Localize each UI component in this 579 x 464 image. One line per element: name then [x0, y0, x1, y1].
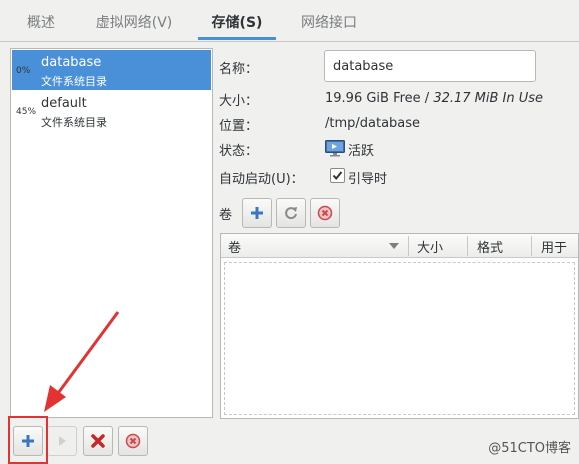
volume-table-header: 卷 大小 格式 用于	[221, 234, 578, 258]
volume-table-body	[224, 262, 575, 415]
pool-name: default	[41, 96, 87, 111]
refresh-volumes-button[interactable]	[276, 198, 306, 228]
stop-volume-button[interactable]	[310, 198, 340, 228]
monitor-icon	[325, 140, 345, 157]
autostart-checkbox[interactable]	[330, 168, 345, 183]
column-header-volume[interactable]: 卷	[228, 237, 241, 256]
stop-icon	[125, 433, 141, 449]
volumes-label: 卷	[219, 208, 233, 223]
size-in-use: 32.17 MiB In Use	[433, 91, 544, 106]
tab-storage[interactable]: 存储(S)	[198, 10, 276, 40]
delete-pool-button[interactable]	[83, 426, 113, 456]
pool-item-database[interactable]: 0% database 文件系统目录	[12, 50, 211, 90]
watermark: @51CTO博客	[488, 441, 571, 456]
stop-icon	[317, 205, 333, 221]
size-separator: /	[420, 91, 434, 106]
checkmark-icon	[332, 171, 343, 181]
column-separator	[408, 236, 409, 256]
autostart-value: 引导时	[348, 172, 388, 187]
plus-icon	[251, 207, 263, 219]
tab-virtual-networks[interactable]: 虚拟网络(V)	[84, 10, 184, 40]
column-header-used-by[interactable]: 用于	[541, 237, 567, 256]
pool-type: 文件系统目录	[41, 75, 107, 88]
column-header-size[interactable]: 大小	[417, 237, 443, 256]
play-icon	[59, 436, 66, 446]
tab-overview[interactable]: 概述	[16, 10, 66, 40]
size-free: 19.96 GiB Free	[325, 91, 421, 106]
annotation-highlight-box	[8, 416, 48, 464]
state-label: 状态：	[219, 144, 259, 159]
size-value: 19.96 GiB Free / 32.17 MiB In Use	[325, 91, 543, 106]
tab-network-interfaces[interactable]: 网络接口	[290, 10, 368, 40]
pool-name: database	[41, 55, 102, 70]
column-separator	[467, 236, 468, 256]
pool-usage-percent: 0%	[16, 66, 31, 76]
column-header-format[interactable]: 格式	[477, 237, 503, 256]
size-label: 大小：	[219, 94, 259, 109]
add-volume-button[interactable]	[242, 198, 272, 228]
delete-icon	[91, 434, 105, 448]
name-label: 名称：	[219, 62, 259, 77]
autostart-label: 自动启动(U)：	[219, 172, 304, 187]
location-value: /tmp/database	[325, 116, 421, 131]
state-value: 活跃	[348, 144, 375, 159]
sort-arrow-icon	[389, 243, 399, 249]
pool-usage-percent: 45%	[16, 107, 37, 117]
pool-name-field[interactable]	[324, 50, 536, 82]
column-separator	[531, 236, 532, 256]
tab-bar: 概述 虚拟网络(V) 存储(S) 网络接口	[0, 0, 579, 42]
pool-item-default[interactable]: 45% default 文件系统目录	[12, 91, 211, 131]
pool-type: 文件系统目录	[41, 116, 107, 129]
volume-table[interactable]: 卷 大小 格式 用于	[220, 233, 579, 419]
location-label: 位置：	[219, 119, 259, 134]
storage-pool-list[interactable]: 0% database 文件系统目录 45% default 文件系统目录	[10, 48, 213, 418]
stop-pool-button[interactable]	[118, 426, 148, 456]
refresh-icon	[285, 207, 297, 220]
start-pool-button[interactable]	[47, 426, 77, 456]
